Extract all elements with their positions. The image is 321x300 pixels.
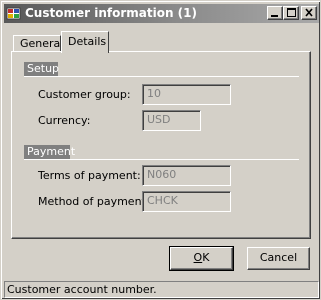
ok-button-mnemonic: O bbox=[193, 251, 203, 264]
currency-label: Currency: bbox=[38, 114, 91, 127]
ok-button[interactable]: OK bbox=[169, 246, 234, 271]
ok-button-label: K bbox=[202, 251, 210, 264]
payment-group-divider bbox=[24, 159, 299, 160]
maximize-button[interactable] bbox=[283, 6, 299, 20]
minimize-button[interactable] bbox=[267, 6, 283, 20]
customer-group-label: Customer group: bbox=[38, 88, 131, 101]
status-bar: Customer account number. bbox=[4, 281, 319, 298]
tab-general[interactable]: General bbox=[13, 35, 63, 52]
close-button[interactable] bbox=[301, 6, 317, 20]
minimize-icon bbox=[271, 15, 278, 17]
maximize-icon bbox=[287, 8, 296, 17]
method-of-payment-field[interactable]: CHCK bbox=[142, 191, 231, 212]
window-title: Customer information (1) bbox=[25, 6, 197, 20]
payment-group-header: Payment bbox=[24, 145, 75, 159]
app-icon[interactable] bbox=[6, 6, 21, 21]
method-of-payment-label: Method of payment: bbox=[38, 195, 150, 208]
tab-details[interactable]: Details bbox=[61, 31, 109, 53]
terms-of-payment-field[interactable]: N060 bbox=[142, 165, 231, 186]
setup-group-header: Setup bbox=[24, 62, 59, 76]
customer-group-field[interactable]: 10 bbox=[142, 84, 231, 105]
terms-of-payment-label: Terms of payment: bbox=[38, 169, 141, 182]
dialog-window: Customer information (1) General Details… bbox=[0, 0, 321, 300]
title-bar[interactable]: Customer information (1) bbox=[4, 4, 319, 23]
currency-field[interactable]: USD bbox=[142, 110, 201, 131]
setup-group-divider bbox=[24, 76, 299, 77]
cancel-button[interactable]: Cancel bbox=[247, 247, 310, 270]
close-icon bbox=[305, 8, 313, 17]
